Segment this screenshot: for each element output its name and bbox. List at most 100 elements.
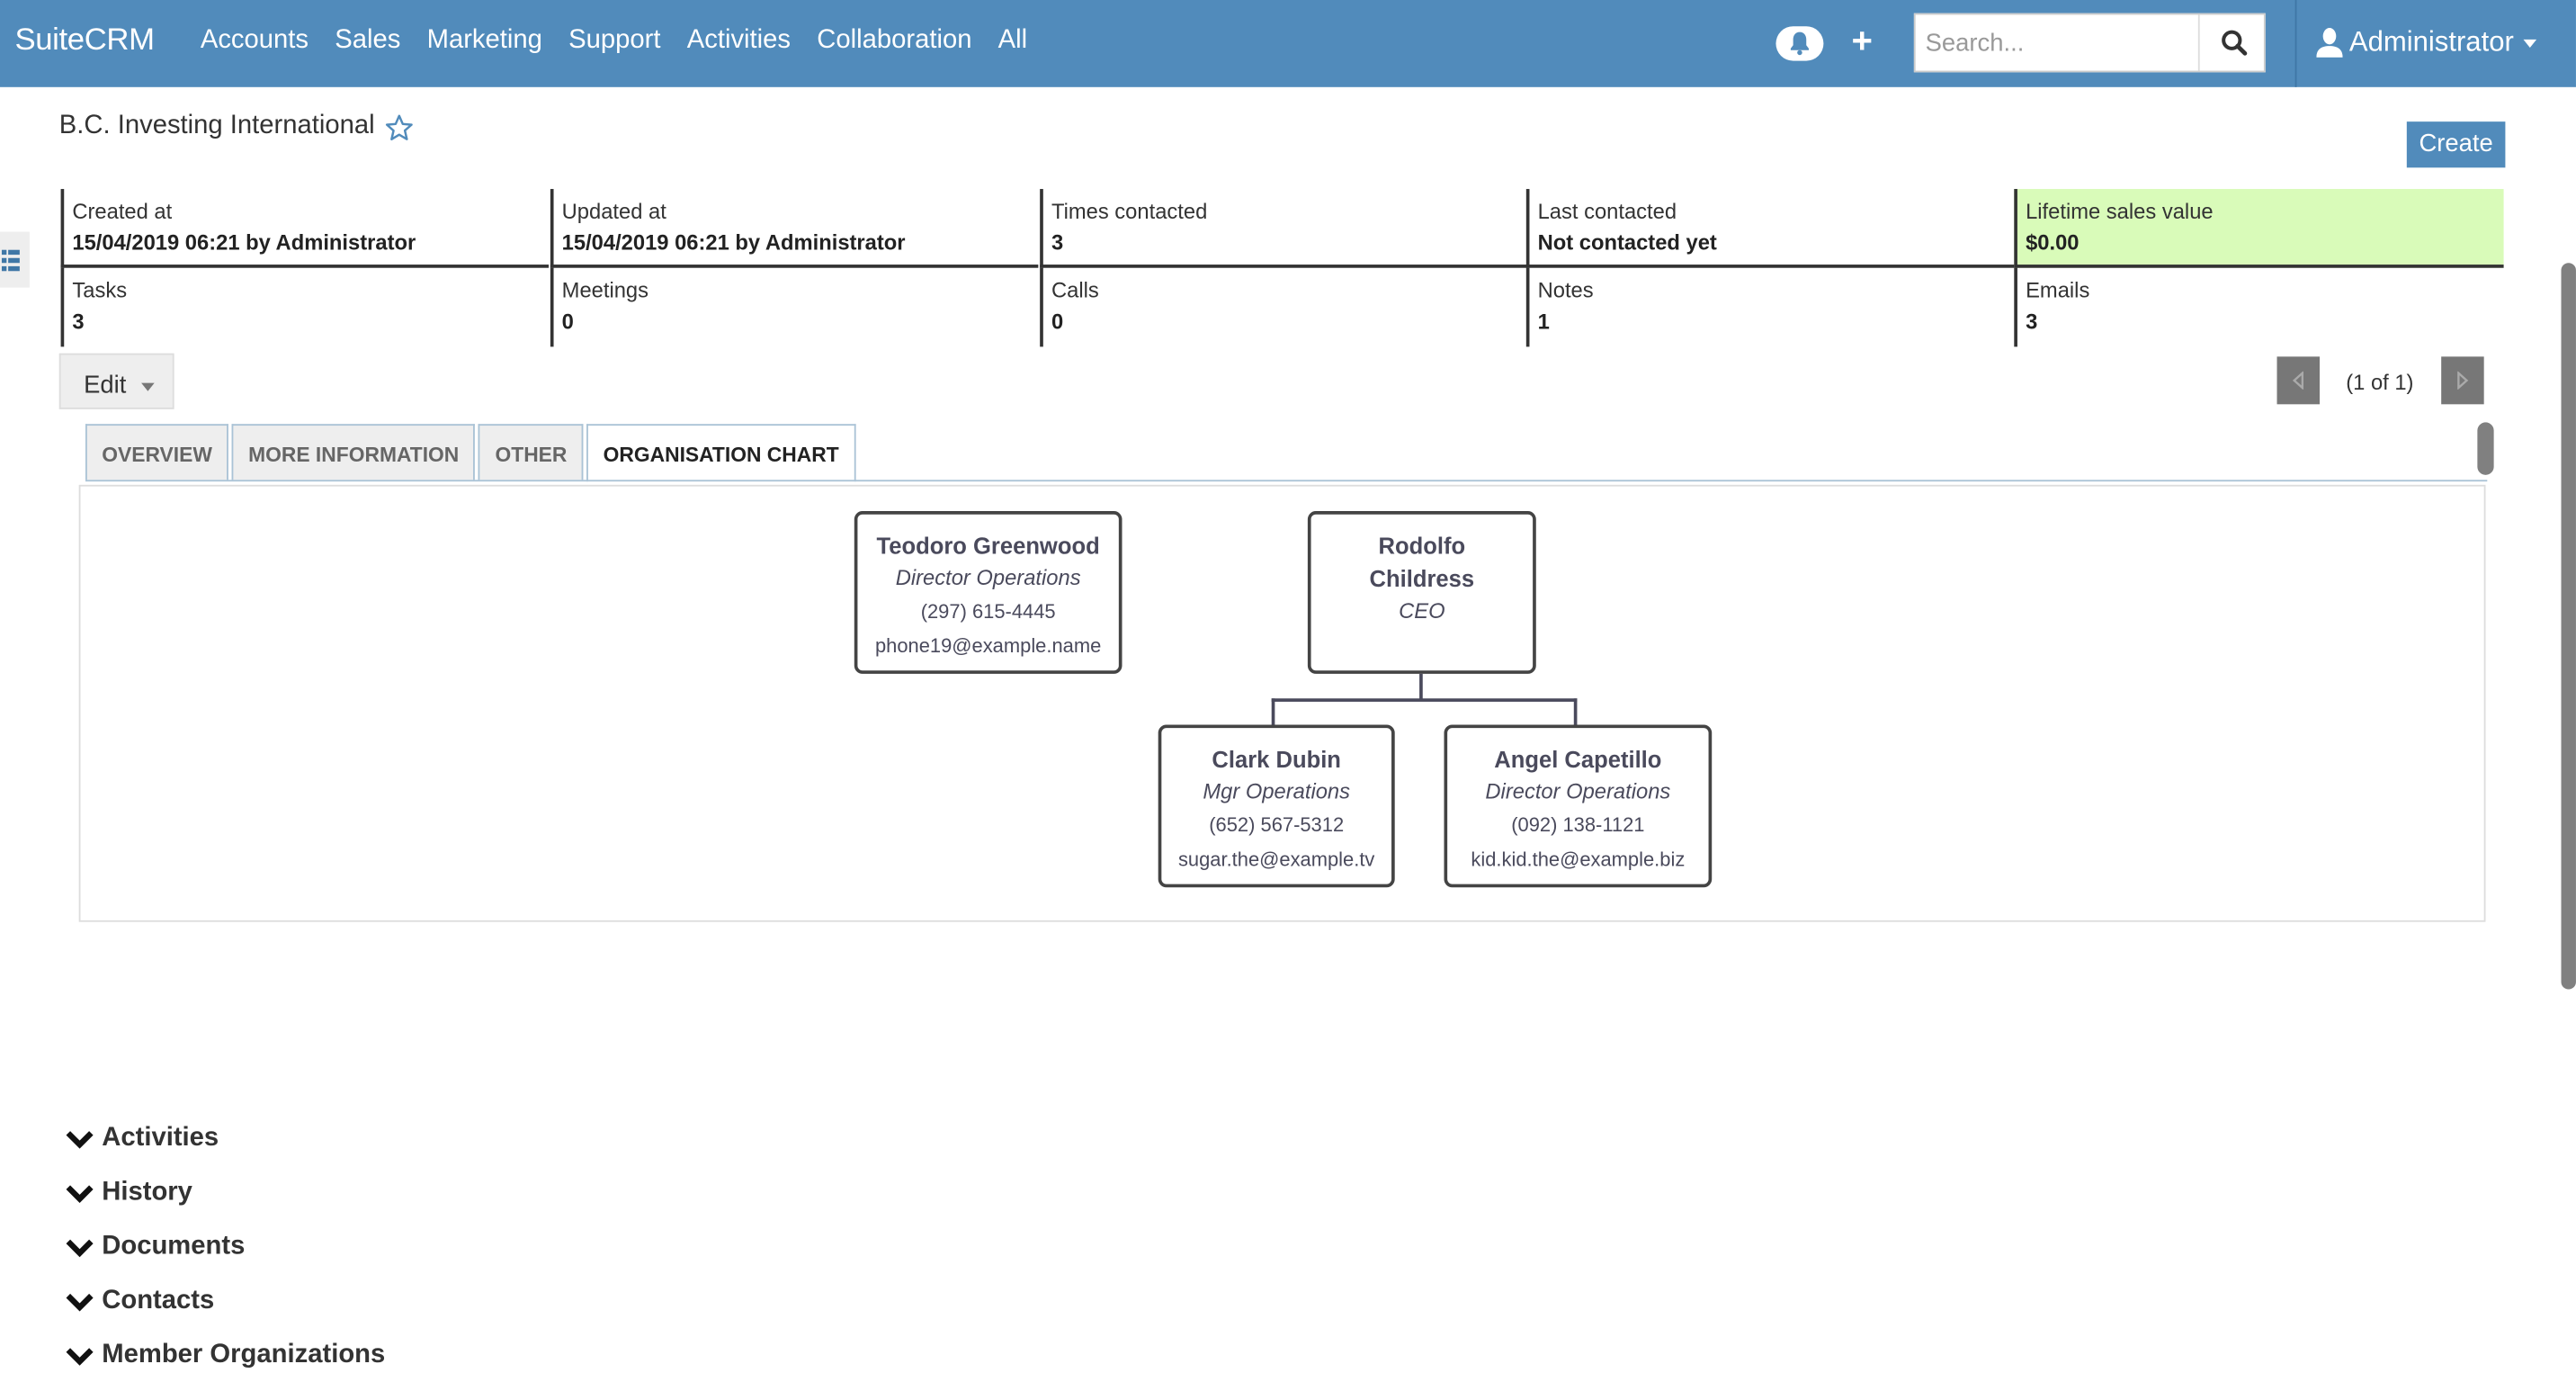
org-node-phone: (297) 615-4445: [920, 599, 1056, 624]
nav-divider: [2294, 0, 2297, 87]
page: SuiteCRM Accounts Sales Marketing Suppor…: [0, 0, 2576, 1391]
stat-calls: Calls 0: [1040, 267, 1527, 347]
org-node-rodolfo-childress[interactable]: Rodolfo Childress CEO: [1307, 511, 1536, 674]
nav-all[interactable]: All: [998, 26, 1027, 56]
stat-meetings: Meetings 0: [550, 267, 1038, 347]
org-node-title: Director Operations: [895, 565, 1081, 590]
chevron-down-icon: [66, 1347, 94, 1365]
stat-tasks: Tasks 3: [60, 267, 549, 347]
stat-value: Not contacted yet: [1537, 229, 1717, 256]
stat-value: 0: [1051, 309, 1064, 334]
stat-value: 15/04/2019 06:21 by Administrator: [72, 229, 416, 256]
nav-accounts[interactable]: Accounts: [201, 26, 309, 56]
org-connector-vertical-left: [1271, 698, 1275, 727]
stat-times-contacted: Times contacted 3: [1040, 189, 1528, 268]
org-node-teodoro-greenwood[interactable]: Teodoro Greenwood Director Operations (2…: [854, 511, 1123, 674]
subpanel-title: History: [102, 1178, 192, 1207]
sidebar-toggle-button[interactable]: [0, 231, 30, 288]
org-node-title: Director Operations: [1485, 778, 1671, 804]
subpanel-title: Member Organizations: [102, 1341, 386, 1369]
user-caret-icon: [2523, 38, 2537, 48]
subpanel-documents[interactable]: Documents: [66, 1233, 245, 1262]
nav-support[interactable]: Support: [568, 26, 660, 56]
stat-label: Calls: [1051, 277, 1099, 303]
stat-notes: Notes 1: [1525, 267, 2014, 347]
stat-updated-at: Updated at 15/04/2019 06:21 by Administr…: [550, 189, 1039, 268]
user-name: Administrator: [2348, 26, 2514, 58]
create-button[interactable]: Create: [2406, 121, 2506, 168]
nav-marketing[interactable]: Marketing: [427, 26, 542, 56]
subpanel-title: Documents: [102, 1232, 246, 1261]
stat-label: Last contacted: [1537, 199, 1677, 224]
nav-links: Accounts Sales Marketing Support Activit…: [201, 26, 1054, 56]
org-node-email: phone19@example.name: [874, 634, 1102, 658]
org-connector-horizontal: [1271, 698, 1578, 702]
stat-value: 3: [72, 309, 85, 334]
stat-value: 15/04/2019 06:21 by Administrator: [561, 229, 906, 256]
chevron-down-icon: [66, 1293, 94, 1311]
pager-count: (1 of 1): [2346, 369, 2414, 395]
org-node-name: Teodoro Greenwood: [876, 532, 1100, 560]
page-scrollbar[interactable]: [2561, 263, 2576, 990]
notifications-button[interactable]: [1775, 26, 1824, 61]
organisation-chart-panel: Teodoro Greenwood Director Operations (2…: [78, 484, 2486, 922]
org-node-clark-dubin[interactable]: Clark Dubin Mgr Operations (652) 567-531…: [1158, 724, 1395, 888]
stat-label: Meetings: [561, 277, 649, 303]
org-node-name: Clark Dubin: [1212, 746, 1341, 773]
triangle-right-icon: [2457, 371, 2469, 390]
edit-actions-dropdown[interactable]: Edit: [58, 353, 174, 409]
stat-last-contacted: Last contacted Not contacted yet: [1525, 189, 2015, 268]
subpanel-contacts[interactable]: Contacts: [66, 1287, 214, 1316]
chevron-down-icon: [141, 382, 155, 391]
subpanel-title: Contacts: [102, 1287, 215, 1315]
org-connector-vertical-root: [1419, 673, 1423, 701]
tabs-scrollbar[interactable]: [2477, 422, 2494, 475]
top-nav: SuiteCRM Accounts Sales Marketing Suppor…: [0, 0, 2576, 87]
org-node-angel-capetillo[interactable]: Angel Capetillo Director Operations (092…: [1444, 724, 1713, 888]
subpanel-history[interactable]: History: [66, 1179, 192, 1208]
chevron-down-icon: [66, 1238, 94, 1257]
list-icon: [1, 249, 20, 272]
stat-lifetime-sales-value: Lifetime sales value $0.00: [2014, 189, 2504, 268]
org-connector-vertical-right: [1573, 698, 1578, 727]
page-title: B.C. Investing International: [58, 112, 375, 140]
previous-record-button[interactable]: [2276, 356, 2321, 405]
nav-collaboration[interactable]: Collaboration: [817, 26, 971, 56]
stat-value: 3: [1051, 229, 1064, 256]
stat-value: 1: [1537, 309, 1550, 334]
record-stats-grid: Created at 15/04/2019 06:21 by Administr…: [60, 189, 2504, 347]
org-node-name: Angel Capetillo: [1494, 746, 1662, 773]
next-record-button[interactable]: [2441, 356, 2484, 405]
search-input[interactable]: [1915, 14, 2198, 71]
favorite-star-icon[interactable]: [384, 113, 414, 143]
tab-more-information[interactable]: MORE INFORMATION: [231, 424, 476, 480]
triangle-left-icon: [2292, 371, 2304, 390]
chevron-down-icon: [66, 1184, 94, 1203]
stat-created-at: Created at 15/04/2019 06:21 by Administr…: [60, 189, 550, 268]
org-node-title: CEO: [1399, 597, 1445, 624]
subpanel-member-organizations[interactable]: Member Organizations: [66, 1341, 385, 1370]
tab-other[interactable]: OTHER: [479, 424, 584, 480]
nav-sales[interactable]: Sales: [335, 26, 400, 56]
nav-activities[interactable]: Activities: [687, 26, 791, 56]
org-node-name-line1: Rodolfo: [1378, 532, 1466, 560]
search-icon: [2222, 30, 2248, 56]
stat-label: Tasks: [72, 277, 128, 303]
subpanel-activities[interactable]: Activities: [66, 1124, 219, 1153]
edit-label: Edit: [84, 371, 127, 399]
brand-logo[interactable]: SuiteCRM: [14, 23, 155, 59]
quick-create-plus-icon[interactable]: +: [1851, 21, 1872, 61]
org-node-title: Mgr Operations: [1203, 778, 1351, 804]
stat-label: Notes: [1537, 277, 1594, 303]
subpanel-title: Activities: [102, 1124, 219, 1153]
org-node-email: kid.kid.the@example.biz: [1471, 848, 1686, 872]
stat-value: $0.00: [2026, 229, 2080, 256]
search-button[interactable]: [2197, 14, 2266, 71]
org-node-name-line2: Childress: [1369, 565, 1475, 592]
org-node-phone: (652) 567-5312: [1209, 813, 1345, 837]
stat-label: Created at: [72, 199, 173, 224]
search-box: [1913, 13, 2266, 73]
tab-overview[interactable]: OVERVIEW: [85, 424, 229, 480]
user-menu[interactable]: Administrator: [2316, 26, 2537, 59]
tab-organisation-chart[interactable]: ORGANISATION CHART: [586, 424, 855, 482]
